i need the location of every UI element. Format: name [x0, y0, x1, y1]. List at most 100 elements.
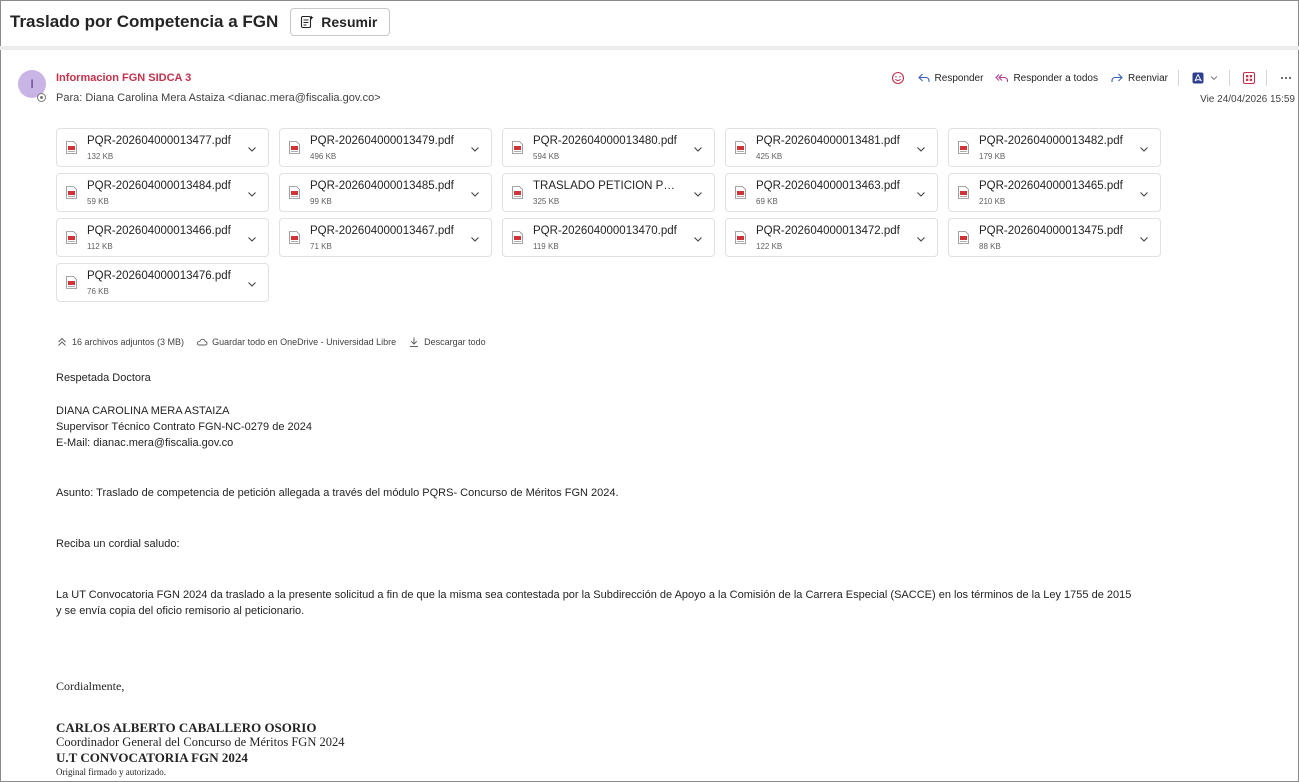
apps-button[interactable]	[1242, 71, 1256, 85]
salutation: Reciba un cordial saludo:	[56, 538, 180, 550]
pdf-file-icon	[735, 186, 746, 199]
attachment-card[interactable]: PQR-202604000013476.pdf 76 KB	[56, 263, 269, 302]
title-bar: Traslado por Competencia a FGN Resumir	[10, 8, 391, 36]
chevron-down-icon[interactable]	[246, 233, 258, 245]
chevron-down-icon[interactable]	[469, 143, 481, 155]
attachment-card[interactable]: PQR-202604000013484.pdf 59 KB	[56, 173, 269, 212]
chevron-down-icon[interactable]	[915, 188, 927, 200]
attachment-size: 594 KB	[533, 152, 560, 161]
pdf-file-icon	[735, 141, 746, 154]
attachment-card[interactable]: TRASLADO PETICIÓN POR C... 325 KB	[502, 173, 715, 212]
summarize-button[interactable]: Resumir	[290, 8, 391, 36]
signer-name: CARLOS ALBERTO CABALLERO OSORIO	[56, 720, 317, 735]
attachment-size: 122 KB	[756, 242, 783, 251]
attachment-card[interactable]: PQR-202604000013470.pdf 119 KB	[502, 218, 715, 257]
collapse-attachments-button[interactable]: 16 archivos adjuntos (3 MB)	[56, 336, 184, 348]
emoji-reaction-button[interactable]	[891, 71, 905, 85]
acrobat-icon	[1192, 72, 1204, 84]
attachment-card[interactable]: PQR-202604000013482.pdf 179 KB	[948, 128, 1161, 167]
chevron-down-icon[interactable]	[915, 233, 927, 245]
chevron-down-icon[interactable]	[692, 233, 704, 245]
attachment-name: PQR-202604000013475.pdf	[979, 225, 1123, 237]
chevron-down-icon[interactable]	[1138, 233, 1150, 245]
more-icon	[1281, 77, 1291, 79]
attachment-card[interactable]: PQR-202604000013477.pdf 132 KB	[56, 128, 269, 167]
chevron-down-icon[interactable]	[692, 143, 704, 155]
download-all-button[interactable]: Descargar todo	[408, 336, 486, 348]
attachment-card[interactable]: PQR-202604000013467.pdf 71 KB	[279, 218, 492, 257]
attachment-card[interactable]: PQR-202604000013479.pdf 496 KB	[279, 128, 492, 167]
chevron-down-icon[interactable]	[246, 143, 258, 155]
save-onedrive-button[interactable]: Guardar todo en OneDrive - Universidad L…	[196, 336, 396, 348]
reply-button[interactable]: Responder	[917, 71, 983, 85]
pdf-file-icon	[735, 231, 746, 244]
attachment-name: PQR-202604000013463.pdf	[756, 180, 900, 192]
attachment-card[interactable]: PQR-202604000013465.pdf 210 KB	[948, 173, 1161, 212]
signer-role: Coordinador General del Concurso de Méri…	[56, 735, 345, 749]
reply-icon	[917, 73, 930, 82]
attachment-card[interactable]: PQR-202604000013472.pdf 122 KB	[725, 218, 938, 257]
body-paragraph-line2: y se envía copia del oficio remisorio al…	[56, 605, 305, 617]
signer-organization: U.T CONVOCATORIA FGN 2024	[56, 750, 248, 765]
attachment-name: PQR-202604000013485.pdf	[310, 180, 454, 192]
smiley-icon	[891, 71, 904, 85]
attachment-size: 76 KB	[87, 287, 109, 296]
attachment-name: PQR-202604000013465.pdf	[979, 180, 1123, 192]
chevron-down-icon[interactable]	[246, 278, 258, 290]
sender-name[interactable]: Informacion FGN SIDCA 3	[56, 72, 191, 84]
pdf-file-icon	[66, 141, 77, 154]
attachment-name: PQR-202604000013484.pdf	[87, 180, 231, 192]
attachment-size: 496 KB	[310, 152, 337, 161]
summarize-label: Resumir	[321, 14, 378, 30]
title-divider	[0, 46, 1299, 50]
attachment-card[interactable]: PQR-202604000013485.pdf 99 KB	[279, 173, 492, 212]
attachment-name: PQR-202604000013466.pdf	[87, 225, 231, 237]
attachment-card[interactable]: PQR-202604000013480.pdf 594 KB	[502, 128, 715, 167]
attachment-size: 59 KB	[87, 197, 109, 206]
attachment-name: PQR-202604000013467.pdf	[310, 225, 454, 237]
chevron-down-icon[interactable]	[246, 188, 258, 200]
attachment-card[interactable]: PQR-202604000013466.pdf 112 KB	[56, 218, 269, 257]
apps-grid-icon	[1242, 71, 1256, 85]
attachment-size: 69 KB	[756, 197, 778, 206]
double-chevron-up-icon	[58, 337, 66, 346]
pdf-file-icon	[958, 141, 969, 154]
forward-button[interactable]: Reenviar	[1110, 71, 1168, 85]
attachment-count: 16 archivos adjuntos (3 MB)	[72, 337, 185, 347]
chevron-down-icon[interactable]	[1138, 188, 1150, 200]
chevron-down-icon[interactable]	[469, 233, 481, 245]
signer-note: Original firmado y autorizado.	[56, 767, 166, 777]
forward-icon	[1111, 73, 1123, 82]
attachment-actions-bar: 16 archivos adjuntos (3 MB) Guardar todo…	[56, 336, 494, 348]
pdf-file-icon	[289, 231, 300, 244]
attachment-card[interactable]: PQR-202604000013463.pdf 69 KB	[725, 173, 938, 212]
chevron-down-icon[interactable]	[469, 188, 481, 200]
reply-all-button[interactable]: Responder a todos	[995, 71, 1098, 85]
summary-icon	[301, 15, 314, 29]
pdf-file-icon	[66, 186, 77, 199]
attachment-size: 325 KB	[533, 197, 560, 206]
attachment-size: 71 KB	[310, 242, 332, 251]
more-actions-button[interactable]	[1279, 71, 1293, 85]
closing: Cordialmente,	[56, 679, 125, 693]
chevron-down-icon[interactable]	[915, 143, 927, 155]
reply-all-icon	[995, 74, 1009, 82]
message-actions: Responder Responder a todos Reenviar	[879, 69, 1293, 87]
attachment-name: PQR-202604000013482.pdf	[979, 135, 1123, 147]
recipient-name: DIANA CAROLINA MERA ASTAIZA	[56, 405, 230, 417]
chevron-down-icon[interactable]	[1138, 143, 1150, 155]
reply-all-label: Responder a todos	[1013, 72, 1098, 84]
pdf-file-icon	[66, 276, 77, 289]
action-divider	[1266, 70, 1267, 86]
recipient-line: Para: Diana Carolina Mera Astaiza <diana…	[56, 92, 381, 104]
presence-status-icon	[37, 93, 46, 102]
attachment-size: 112 KB	[87, 242, 113, 251]
pdf-app-button[interactable]	[1191, 71, 1219, 85]
chevron-down-icon[interactable]	[692, 188, 704, 200]
cloud-icon	[197, 338, 208, 346]
attachment-card[interactable]: PQR-202604000013475.pdf 88 KB	[948, 218, 1161, 257]
avatar-initial: I	[30, 77, 34, 91]
forward-label: Reenviar	[1127, 72, 1168, 84]
subject-line: Asunto: Traslado de competencia de petic…	[56, 487, 619, 499]
attachment-card[interactable]: PQR-202604000013481.pdf 425 KB	[725, 128, 938, 167]
